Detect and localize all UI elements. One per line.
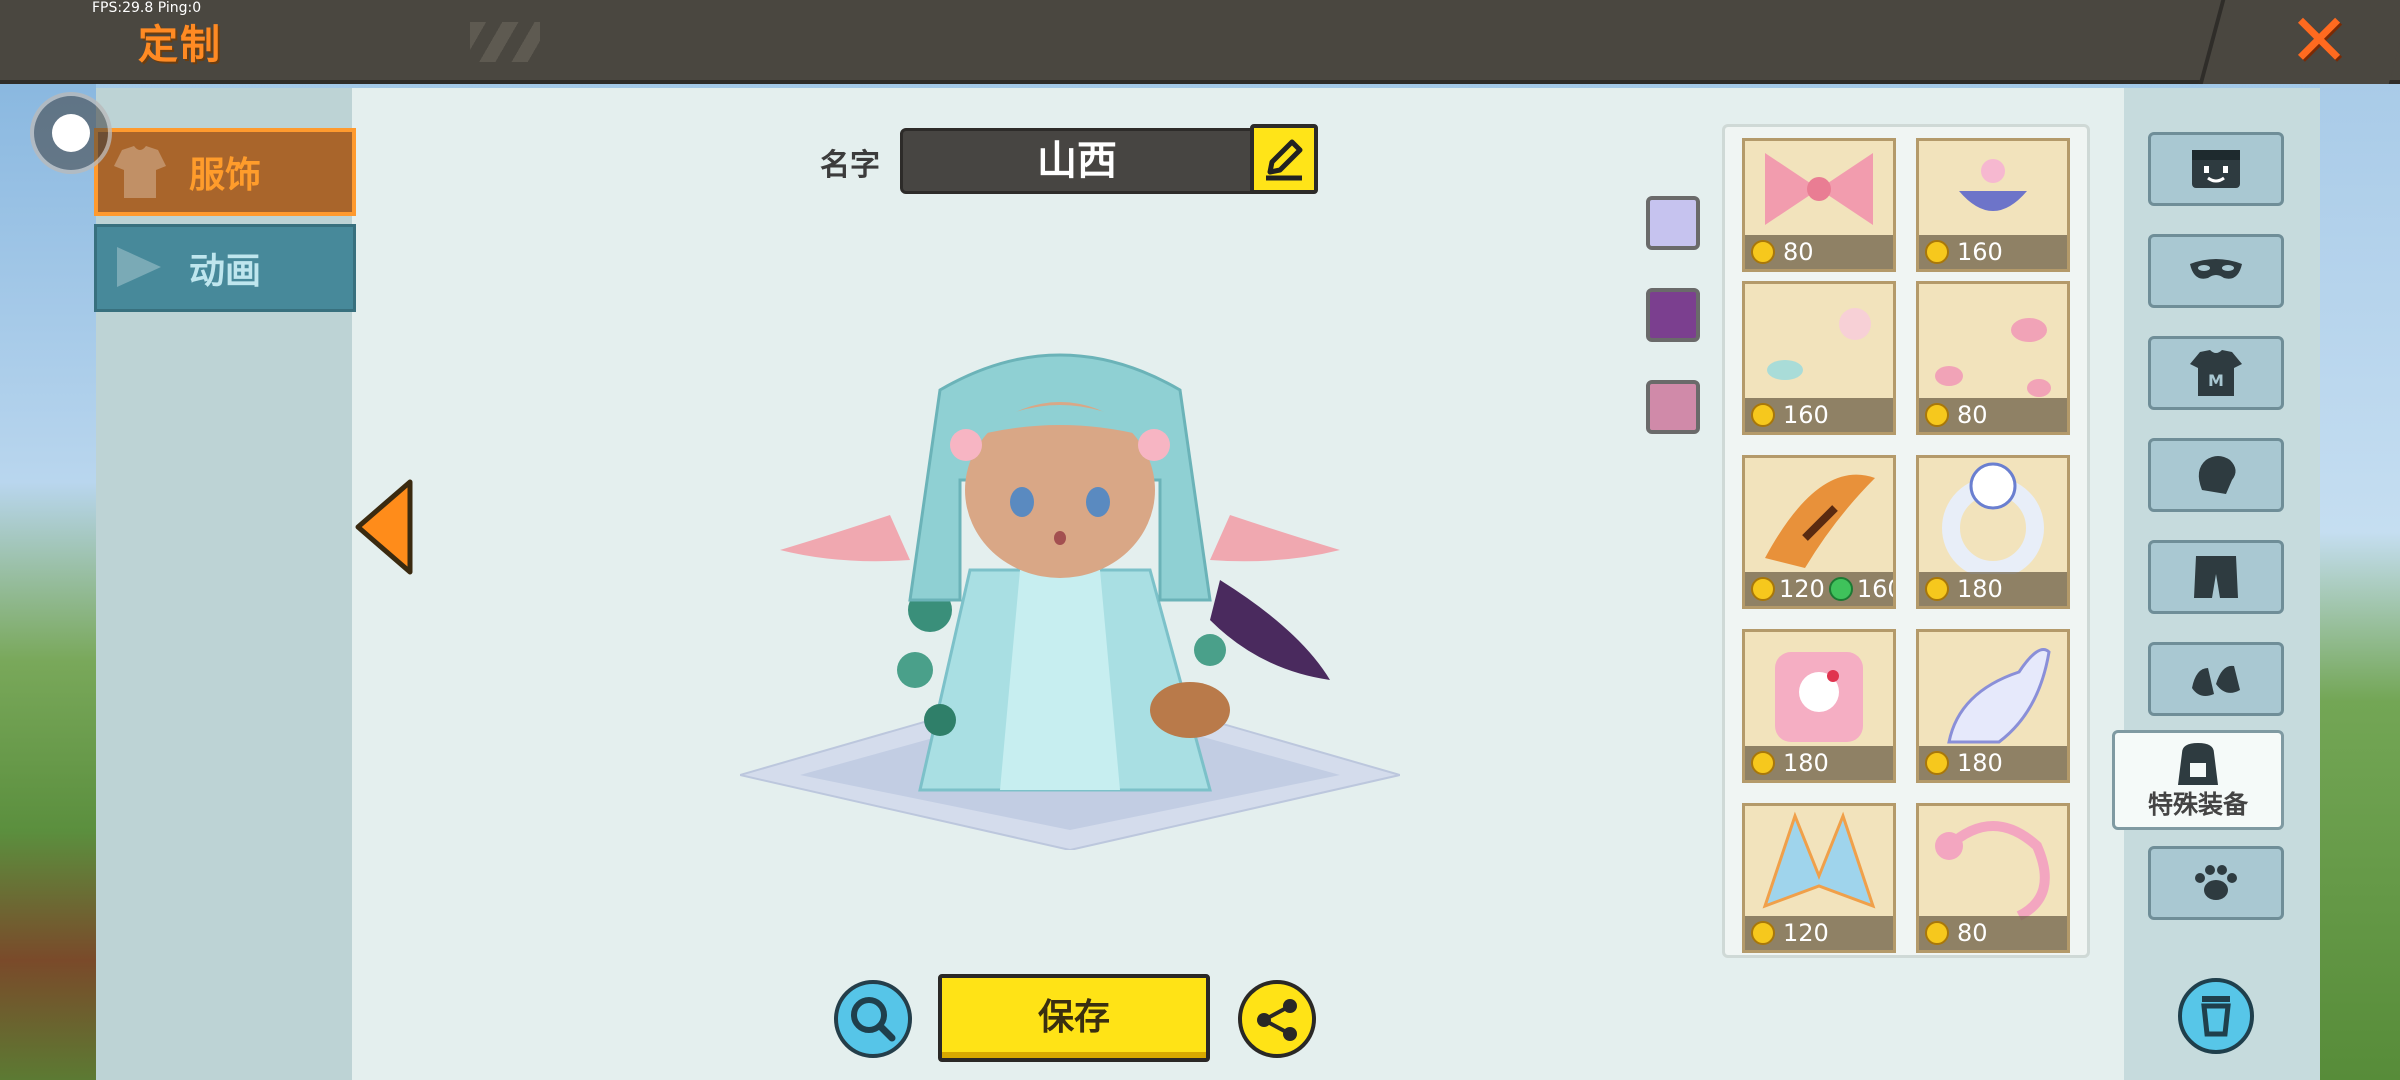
- decor-stripe: [470, 22, 540, 62]
- item-price: 80: [1957, 919, 1988, 947]
- paw-icon: [2195, 865, 2237, 900]
- item-card[interactable]: 80: [1742, 138, 1896, 272]
- item-card[interactable]: 80: [1916, 803, 2070, 953]
- pink-bow-icon: [1765, 153, 1873, 225]
- cinnamoroll-ring-icon: [1942, 462, 2044, 574]
- item-card[interactable]: 160: [1916, 138, 2070, 272]
- item-gem-price: 1600: [1856, 575, 1893, 603]
- category-face-button[interactable]: [2148, 132, 2284, 206]
- item-card[interactable]: 120: [1742, 803, 1896, 953]
- backpack-icon: [2178, 743, 2218, 785]
- item-card[interactable]: 180: [1742, 629, 1896, 783]
- trash-button[interactable]: [2178, 978, 2254, 1054]
- item-price: 160: [1783, 401, 1829, 429]
- category-pet-button[interactable]: [2148, 846, 2284, 920]
- coin-icon: [1751, 921, 1775, 945]
- close-x-icon: ✕: [2288, 0, 2350, 82]
- tab-costume[interactable]: 服饰: [94, 128, 356, 216]
- item-price: 180: [1957, 575, 2003, 603]
- item-price: 80: [1957, 401, 1988, 429]
- zoom-button[interactable]: [834, 980, 912, 1058]
- color-swatch-purple[interactable]: [1646, 288, 1700, 342]
- candy-sweets-icon: [1767, 308, 1871, 380]
- floating-menu-button[interactable]: [30, 92, 112, 174]
- world-background-right: [2320, 84, 2400, 1080]
- category-special-equipment-label: 特殊装备: [2147, 790, 2248, 819]
- edit-name-button[interactable]: [1250, 124, 1318, 194]
- category-pants-button[interactable]: [2148, 540, 2284, 614]
- face-icon: [2192, 150, 2240, 188]
- mask-icon: [2190, 259, 2242, 279]
- coin-icon: [1751, 577, 1775, 601]
- shoes-icon: [2192, 665, 2240, 696]
- save-button[interactable]: 保存: [938, 974, 1210, 1062]
- flame-wings-icon: [1765, 474, 1875, 568]
- share-button[interactable]: [1238, 980, 1316, 1058]
- coin-icon: [1925, 577, 1949, 601]
- tab-costume-label: 服饰: [188, 155, 261, 196]
- item-price: 80: [1783, 238, 1814, 266]
- pink-piggies-icon: [1935, 318, 2051, 397]
- fluffy-tail-icon: [1947, 648, 2051, 744]
- category-special-equipment-button[interactable]: 特殊装备: [2112, 730, 2284, 830]
- item-price: 180: [1957, 749, 2003, 777]
- top-bar: [0, 0, 2400, 84]
- category-shoes-button[interactable]: [2148, 642, 2284, 716]
- hello-kitty-backpack-icon: [1775, 652, 1863, 742]
- tab-animation[interactable]: 动画: [94, 224, 356, 312]
- world-background-left: [0, 84, 96, 1080]
- svg-text:M: M: [2208, 371, 2224, 390]
- coin-icon: [1925, 921, 1949, 945]
- name-label: 名字: [820, 148, 880, 183]
- name-field[interactable]: 山西: [900, 128, 1254, 194]
- prev-arrow-button[interactable]: [352, 478, 414, 576]
- category-mask-button[interactable]: [2148, 234, 2284, 308]
- crystal-wings-icon: [1762, 811, 1876, 909]
- page-title: 定制: [138, 22, 222, 68]
- item-card[interactable]: 180: [1916, 455, 2070, 609]
- coin-icon: [1925, 240, 1949, 264]
- play-watermark-icon: [117, 247, 161, 287]
- coin-icon: [1925, 403, 1949, 427]
- glove-icon: [2198, 456, 2236, 494]
- item-card[interactable]: 180: [1916, 629, 2070, 783]
- coin-icon: [1751, 751, 1775, 775]
- pants-icon: [2194, 556, 2238, 598]
- item-price: 120: [1779, 575, 1825, 603]
- coin-icon: [1751, 403, 1775, 427]
- item-card[interactable]: 160: [1742, 281, 1896, 435]
- close-button[interactable]: ✕: [2288, 4, 2350, 76]
- fairy-charm-icon: [1959, 159, 2027, 211]
- character-preview[interactable]: [740, 350, 1400, 850]
- tab-animation-label: 动画: [188, 251, 261, 292]
- category-shirt-button[interactable]: M: [2148, 336, 2284, 410]
- item-card[interactable]: 120 1600: [1742, 455, 1896, 609]
- pink-ribbon-loop-icon: [1935, 821, 2050, 921]
- coin-icon: [1751, 240, 1775, 264]
- item-card[interactable]: 80: [1916, 281, 2070, 435]
- color-swatch-lavender[interactable]: [1646, 196, 1700, 250]
- item-price: 180: [1783, 749, 1829, 777]
- share-icon: [1257, 999, 1297, 1041]
- shirt-watermark-icon: [114, 146, 166, 198]
- shirt-icon: M: [2190, 350, 2242, 396]
- item-grid: 80 160 160 80 120 1600 180 180: [1722, 124, 2090, 958]
- color-swatch-pink[interactable]: [1646, 380, 1700, 434]
- item-price: 160: [1957, 238, 2003, 266]
- pencil-icon: [1266, 139, 1303, 181]
- magnify-icon: [851, 997, 896, 1042]
- gem-icon: [1828, 577, 1853, 601]
- category-glove-button[interactable]: [2148, 438, 2284, 512]
- trash-icon: [2201, 996, 2231, 1037]
- item-price: 120: [1783, 919, 1829, 947]
- coin-icon: [1925, 751, 1949, 775]
